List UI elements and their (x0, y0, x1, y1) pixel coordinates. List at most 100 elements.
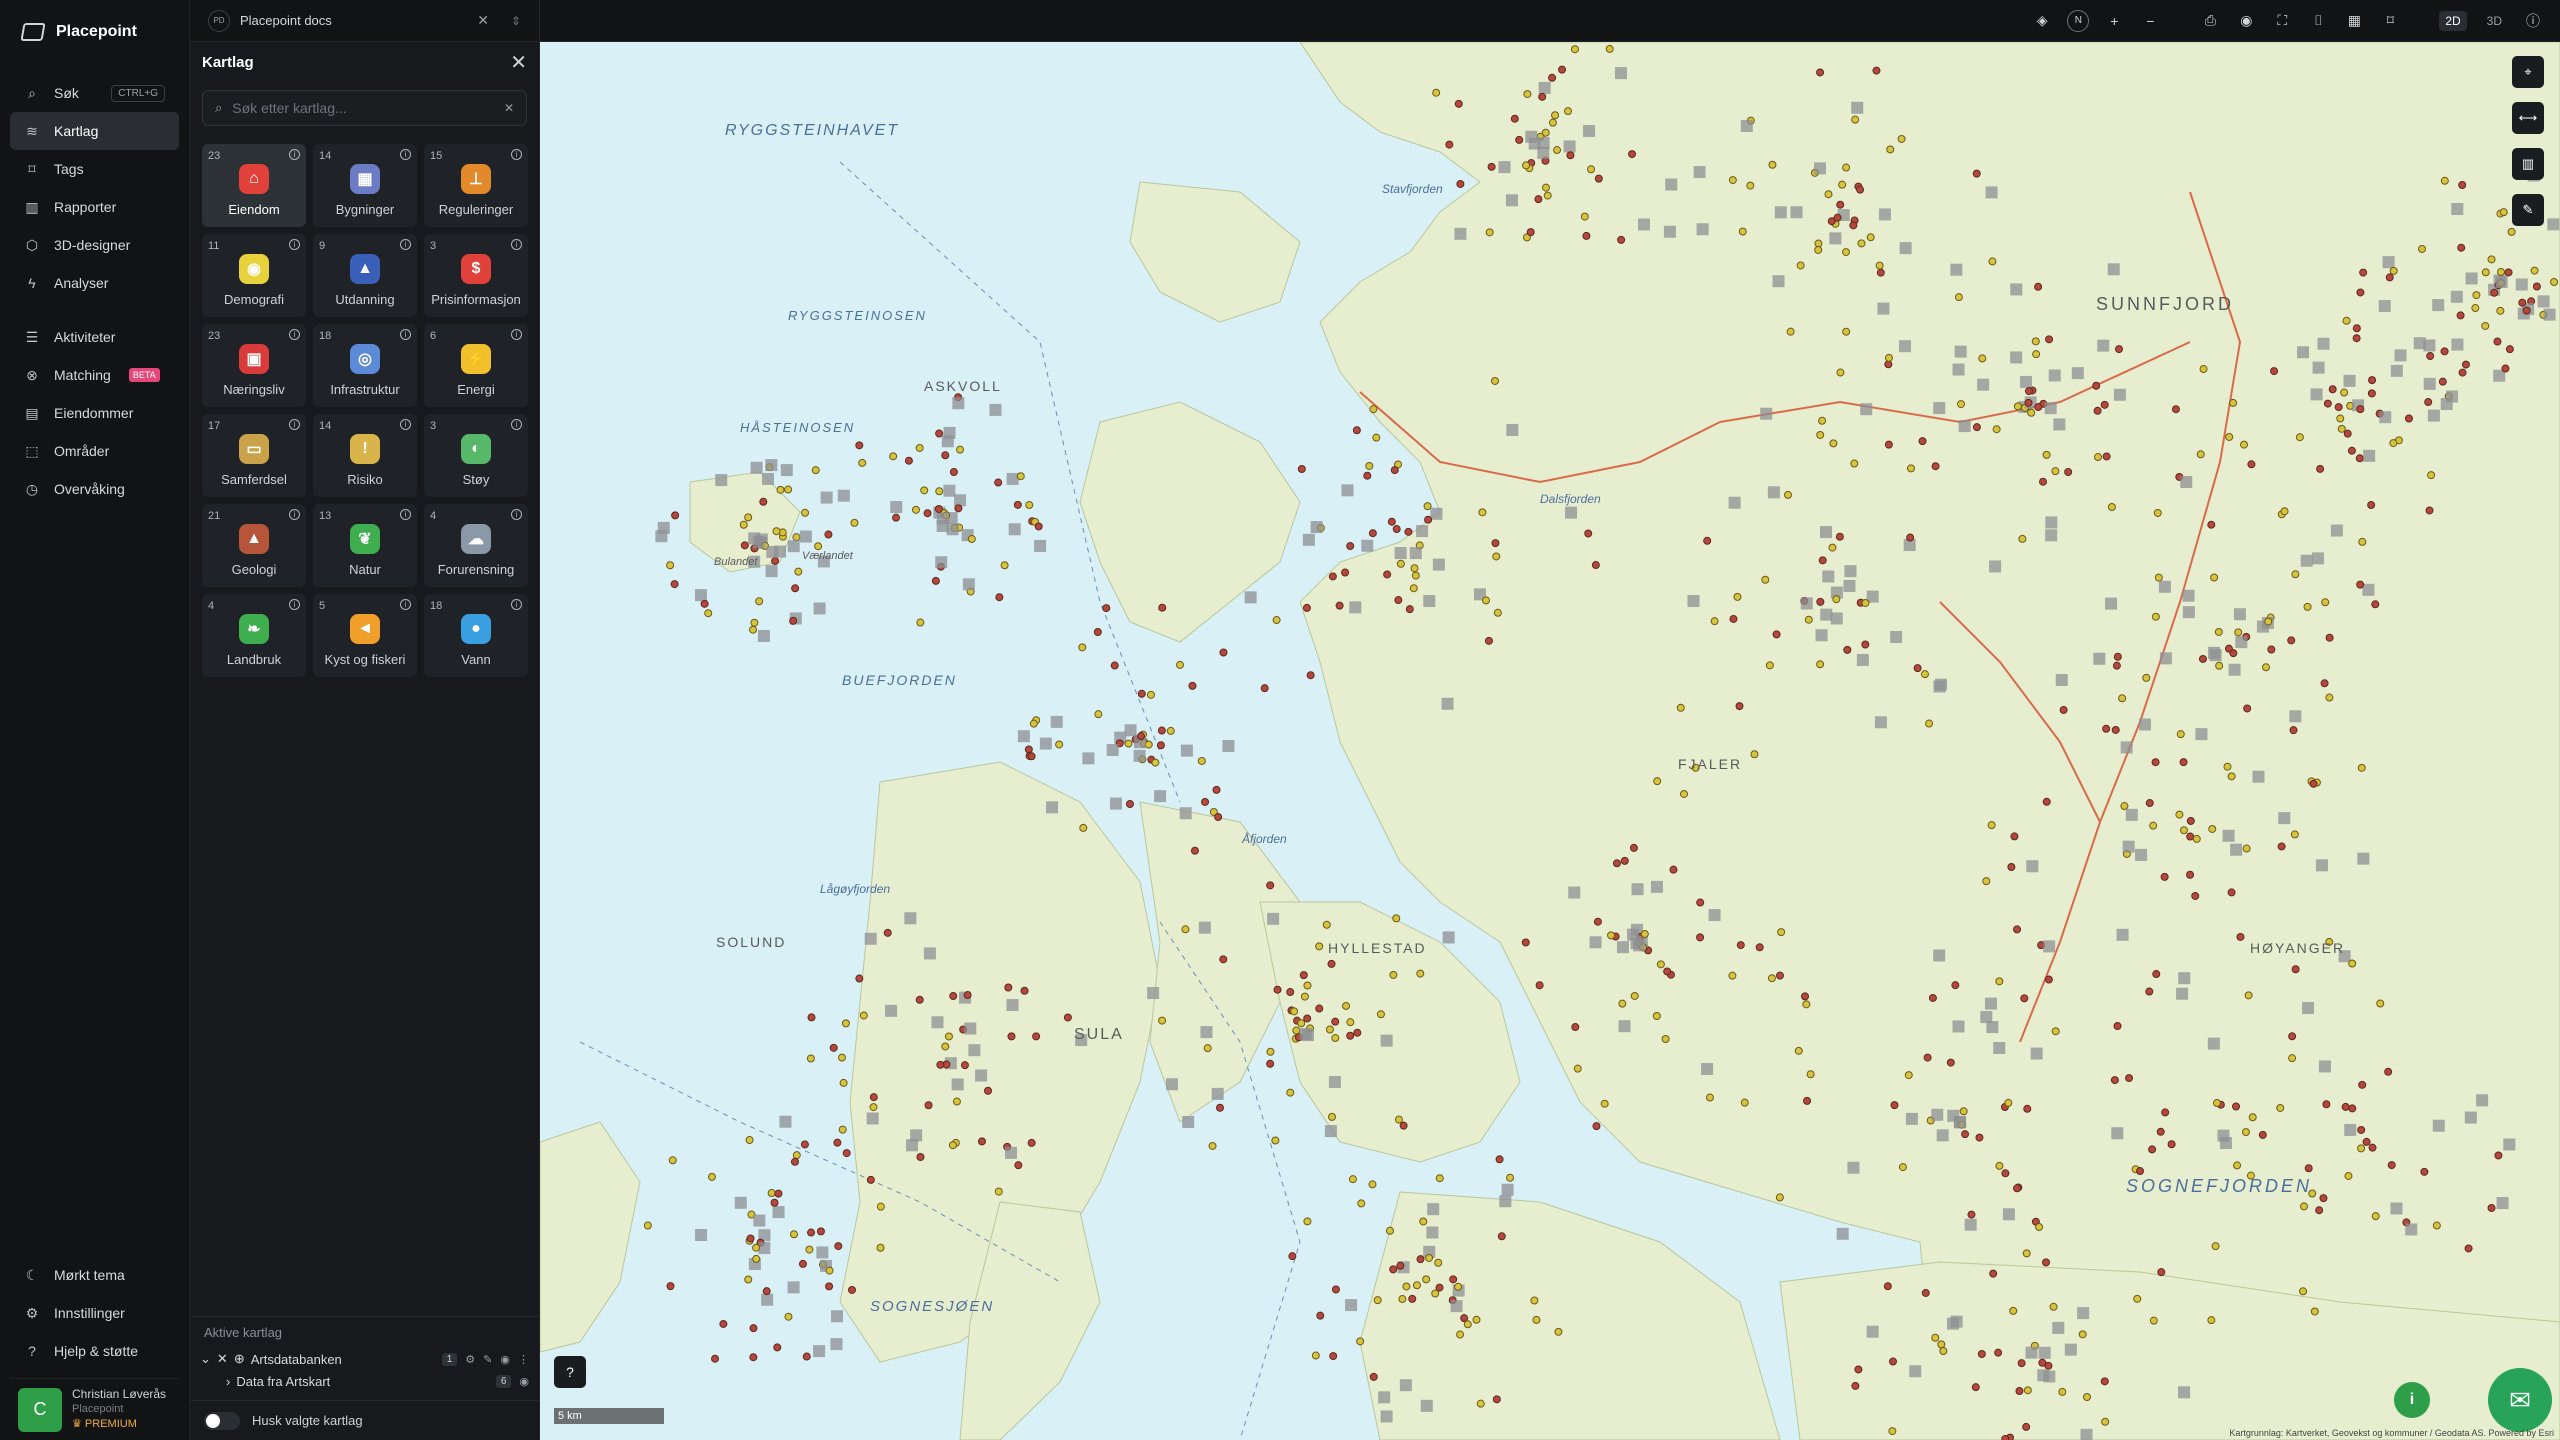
settings-icon[interactable]: ⚙ (465, 1353, 475, 1366)
mode-3d-button[interactable]: 3D (2481, 11, 2508, 31)
tab-switch-icon[interactable]: ⇕ (511, 14, 521, 28)
info-icon[interactable]: i (400, 149, 411, 160)
remember-toggle[interactable] (204, 1411, 240, 1430)
map-marker (968, 1044, 981, 1057)
clear-icon[interactable]: ✕ (504, 101, 514, 115)
map-canvas[interactable]: RYGGSTEINHAVET RYGGSTEINOSEN ASKVOLL HÅS… (540, 42, 2560, 1440)
info-icon[interactable]: i (289, 329, 300, 340)
layer-category-card[interactable]: 23 i ⌂ Eiendom (202, 144, 306, 227)
info-icon[interactable]: i (511, 599, 522, 610)
nav-item-rapporter[interactable]: ▥ Rapporter (10, 188, 179, 226)
document-tab[interactable]: PD Placepoint docs ✕ ⇕ (190, 0, 539, 42)
layer-category-card[interactable]: 11 i ◉ Demografi (202, 234, 306, 317)
nav-item-3d-designer[interactable]: ⬡ 3D-designer (10, 226, 179, 264)
info-icon[interactable]: i (511, 329, 522, 340)
nav-item-overvaking[interactable]: ◷ Overvåking (10, 470, 179, 508)
layer-category-card[interactable]: 9 i ▲ Utdanning (313, 234, 417, 317)
zoom-out-button[interactable]: − (2139, 13, 2161, 29)
map-marker (1687, 594, 1700, 607)
layer-category-card[interactable]: 15 i ⊥ Reguleringer (424, 144, 528, 227)
info-icon[interactable]: i (511, 149, 522, 160)
chevron-right-icon[interactable]: › (200, 1374, 230, 1389)
nav-item-analyser[interactable]: ϟ Analyser (10, 264, 179, 302)
layer-category-card[interactable]: 14 i ▦ Bygninger (313, 144, 417, 227)
layer-category-card[interactable]: 6 i ⚡ Energi (424, 324, 528, 407)
layers-stack-icon[interactable]: ◈ (2031, 12, 2053, 29)
layer-search-input[interactable] (232, 100, 494, 116)
remember-layers[interactable]: Husk valgte kartlag (190, 1400, 539, 1440)
nav-item-settings[interactable]: ⚙ Innstillinger (10, 1294, 179, 1332)
nav-item-dark-theme[interactable]: ☾ Mørkt tema (10, 1256, 179, 1294)
fullscreen-icon[interactable]: ⛶ (2271, 12, 2293, 29)
brand[interactable]: Placepoint (0, 0, 189, 64)
nav-item-aktiviteter[interactable]: ☰ Aktiviteter (10, 318, 179, 356)
info-icon[interactable]: i (289, 149, 300, 160)
layer-category-card[interactable]: 17 i ▭ Samferdsel (202, 414, 306, 497)
nav-item-matching[interactable]: ⊗ Matching BETA (10, 356, 179, 394)
map-marker (695, 1229, 708, 1242)
info-icon[interactable]: i (511, 239, 522, 250)
info-icon[interactable]: i (511, 419, 522, 430)
statistics-tool-icon[interactable]: ▥ (2512, 148, 2544, 180)
info-icon[interactable]: i (400, 329, 411, 340)
map-help-icon[interactable]: ? (554, 1356, 586, 1388)
nav-item-kartlag[interactable]: ≋ Kartlag (10, 112, 179, 150)
info-icon[interactable]: i (400, 419, 411, 430)
map-marker (1844, 565, 1857, 578)
map-marker (2337, 424, 2346, 433)
nav-item-eiendommer[interactable]: ▤ Eiendommer (10, 394, 179, 432)
info-icon[interactable]: i (289, 239, 300, 250)
layer-category-card[interactable]: 4 i ☁ Forurensning (424, 504, 528, 587)
info-icon[interactable]: i (511, 509, 522, 520)
info-icon[interactable]: i (289, 419, 300, 430)
map-marker (2547, 218, 2560, 231)
layer-category-card[interactable]: 3 i $ Prisinformasjon (424, 234, 528, 317)
layer-category-card[interactable]: 21 i ▲ Geologi (202, 504, 306, 587)
info-icon[interactable]: i (289, 509, 300, 520)
chat-button[interactable]: ✉ (2488, 1368, 2552, 1432)
layer-category-card[interactable]: 18 i ◎ Infrastruktur (313, 324, 417, 407)
north-compass[interactable]: N (2067, 9, 2090, 32)
info-button[interactable]: i (2394, 1382, 2430, 1418)
map-marker (941, 451, 950, 460)
camera-icon[interactable]: ⌷ (2307, 12, 2329, 29)
user-profile[interactable]: C Christian Løverås Placepoint ♛ PREMIUM (10, 1378, 179, 1440)
eye-icon[interactable]: ◉ (2235, 12, 2257, 29)
edit-icon[interactable]: ✎ (483, 1353, 492, 1366)
map-marker (2425, 506, 2434, 515)
nav-item-help[interactable]: ? Hjelp & støtte (10, 1332, 179, 1370)
remove-icon[interactable]: ✕ (217, 1351, 228, 1367)
layer-category-card[interactable]: 18 i ● Vann (424, 594, 528, 677)
nav-item-search[interactable]: ⌕ Søk CTRL+G (10, 74, 179, 112)
layer-category-card[interactable]: 5 i ◄ Kyst og fiskeri (313, 594, 417, 677)
close-tab-icon[interactable]: ✕ (477, 12, 489, 29)
active-layer-row[interactable]: ⌄ ✕ ⊕ Artsdatabanken 1 ⚙ ✎ ◉ ⋮ (190, 1348, 539, 1370)
grid-icon[interactable]: ▦ (2343, 12, 2365, 29)
info-icon[interactable]: i (400, 239, 411, 250)
info-icon[interactable]: i (400, 509, 411, 520)
select-tool-icon[interactable]: ⌖ (2512, 56, 2544, 88)
layer-category-card[interactable]: 13 i ❦ Natur (313, 504, 417, 587)
layer-category-card[interactable]: 3 i ◐ Støy (424, 414, 528, 497)
mode-2d-button[interactable]: 2D (2439, 10, 2467, 31)
print-icon[interactable]: ⎙ (2199, 12, 2221, 29)
chevron-down-icon[interactable]: ⌄ (200, 1351, 211, 1367)
nav-item-tags[interactable]: ⌑ Tags (10, 150, 179, 188)
nav-item-omrader[interactable]: ⬚ Områder (10, 432, 179, 470)
layer-category-card[interactable]: 4 i ❧ Landbruk (202, 594, 306, 677)
eye-icon[interactable]: ◉ (500, 1353, 510, 1366)
eye-icon[interactable]: ◉ (519, 1375, 529, 1388)
bookmark-icon[interactable]: ⌑ (2379, 12, 2401, 29)
layer-category-card[interactable]: 23 i ▣ Næringsliv (202, 324, 306, 407)
more-icon[interactable]: ⋮ (518, 1353, 529, 1366)
draw-tool-icon[interactable]: ✎ (2512, 194, 2544, 226)
close-panel-icon[interactable]: ✕ (510, 50, 527, 75)
info-icon[interactable]: i (289, 599, 300, 610)
info-icon[interactable]: ⓘ (2522, 11, 2544, 31)
zoom-in-button[interactable]: + (2103, 13, 2125, 29)
layer-category-card[interactable]: 14 i! Risiko (313, 414, 417, 497)
info-icon[interactable]: i (400, 599, 411, 610)
measure-tool-icon[interactable]: ⟷ (2512, 102, 2544, 134)
active-sublayer-row[interactable]: › Data fra Artskart 6 ◉ (190, 1370, 539, 1392)
layer-search[interactable]: ⌕ ✕ (202, 90, 527, 126)
